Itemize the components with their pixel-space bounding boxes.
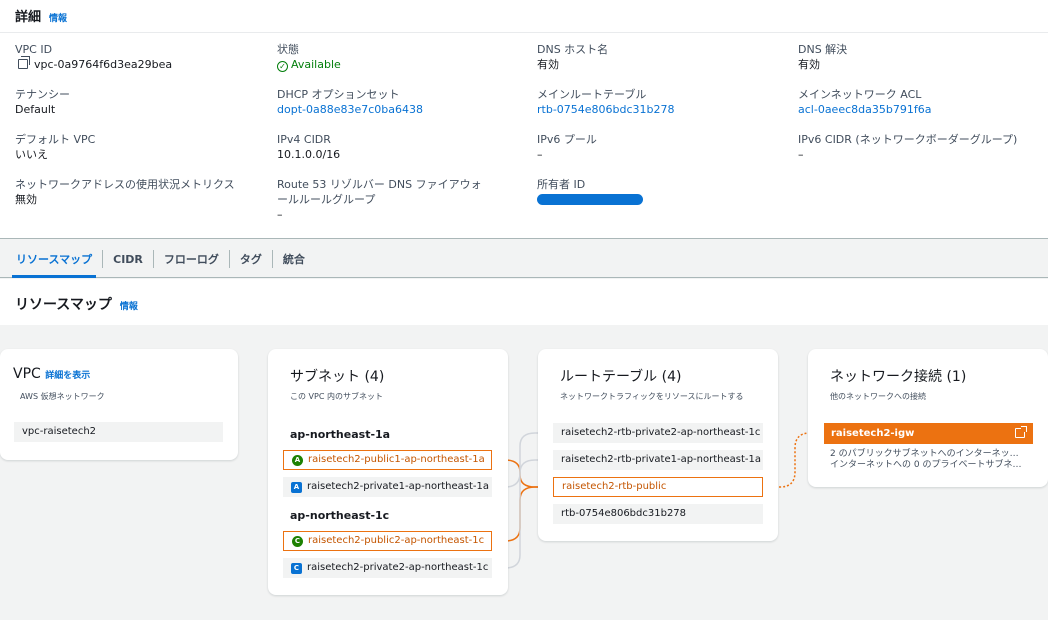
vpc-item[interactable]: vpc-raisetech2 <box>14 422 223 442</box>
route-table-card-title: ルートテーブル (4) <box>560 369 682 385</box>
subnet-name: raisetech2-private1-ap-northeast-1a <box>307 481 490 492</box>
igw-item[interactable]: raisetech2-igw <box>824 423 1033 444</box>
az-badge-a-icon: A <box>292 455 303 466</box>
az-badge-a-icon: A <box>291 482 302 493</box>
rtb-private1[interactable]: raisetech2-rtb-private1-ap-northeast-1a <box>553 450 763 470</box>
network-connection-card: ネットワーク接続 (1) 他のネットワークへの接続 raisetech2-igw… <box>808 349 1048 487</box>
vpc-card-subtitle: AWS 仮想ネットワーク <box>20 392 105 401</box>
subnet-card: サブネット (4) この VPC 内のサブネット ap-northeast-1a… <box>268 349 508 595</box>
vpc-details-link[interactable]: 詳細を表示 <box>45 371 90 381</box>
az-badge-c-icon: C <box>291 563 302 574</box>
subnet-name: raisetech2-public2-ap-northeast-1c <box>308 535 485 546</box>
connection-lines <box>492 432 823 569</box>
network-card-subtitle: 他のネットワークへの接続 <box>830 392 926 401</box>
vpc-card-title-text: VPC <box>13 366 41 382</box>
rtb-private2[interactable]: raisetech2-rtb-private2-ap-northeast-1c <box>553 423 763 443</box>
route-table-card: ルートテーブル (4) ネットワークトラフィックをリソースにルートする rais… <box>538 349 778 541</box>
subnet-private1[interactable]: Araisetech2-private1-ap-northeast-1a <box>283 477 492 497</box>
az-badge-c-icon: C <box>292 536 303 547</box>
route-table-card-subtitle: ネットワークトラフィックをリソースにルートする <box>560 392 744 401</box>
subnet-name: raisetech2-public1-ap-northeast-1a <box>308 454 485 465</box>
igw-description-private: インターネットへの 0 のプライベートサブネット <box>830 460 1026 470</box>
subnet-card-title: サブネット (4) <box>290 369 385 385</box>
az-heading-1a: ap-northeast-1a <box>290 428 391 441</box>
vpc-card: VPC 詳細を表示 AWS 仮想ネットワーク vpc-raisetech2 <box>0 349 238 460</box>
subnet-card-subtitle: この VPC 内のサブネット <box>290 392 383 401</box>
rtb-public[interactable]: raisetech2-rtb-public <box>553 477 763 497</box>
rtb-main[interactable]: rtb-0754e806bdc31b278 <box>553 504 763 524</box>
subnet-private2[interactable]: Craisetech2-private2-ap-northeast-1c <box>283 558 492 578</box>
subnet-public1[interactable]: Araisetech2-public1-ap-northeast-1a <box>283 450 492 470</box>
az-heading-1c: ap-northeast-1c <box>290 509 390 522</box>
subnet-public2[interactable]: Craisetech2-public2-ap-northeast-1c <box>283 531 492 551</box>
subnet-name: raisetech2-private2-ap-northeast-1c <box>307 562 489 573</box>
igw-name: raisetech2-igw <box>831 428 915 439</box>
external-link-icon[interactable] <box>1015 426 1027 438</box>
network-card-title: ネットワーク接続 (1) <box>830 369 967 385</box>
vpc-card-title: VPC 詳細を表示 <box>13 366 90 382</box>
